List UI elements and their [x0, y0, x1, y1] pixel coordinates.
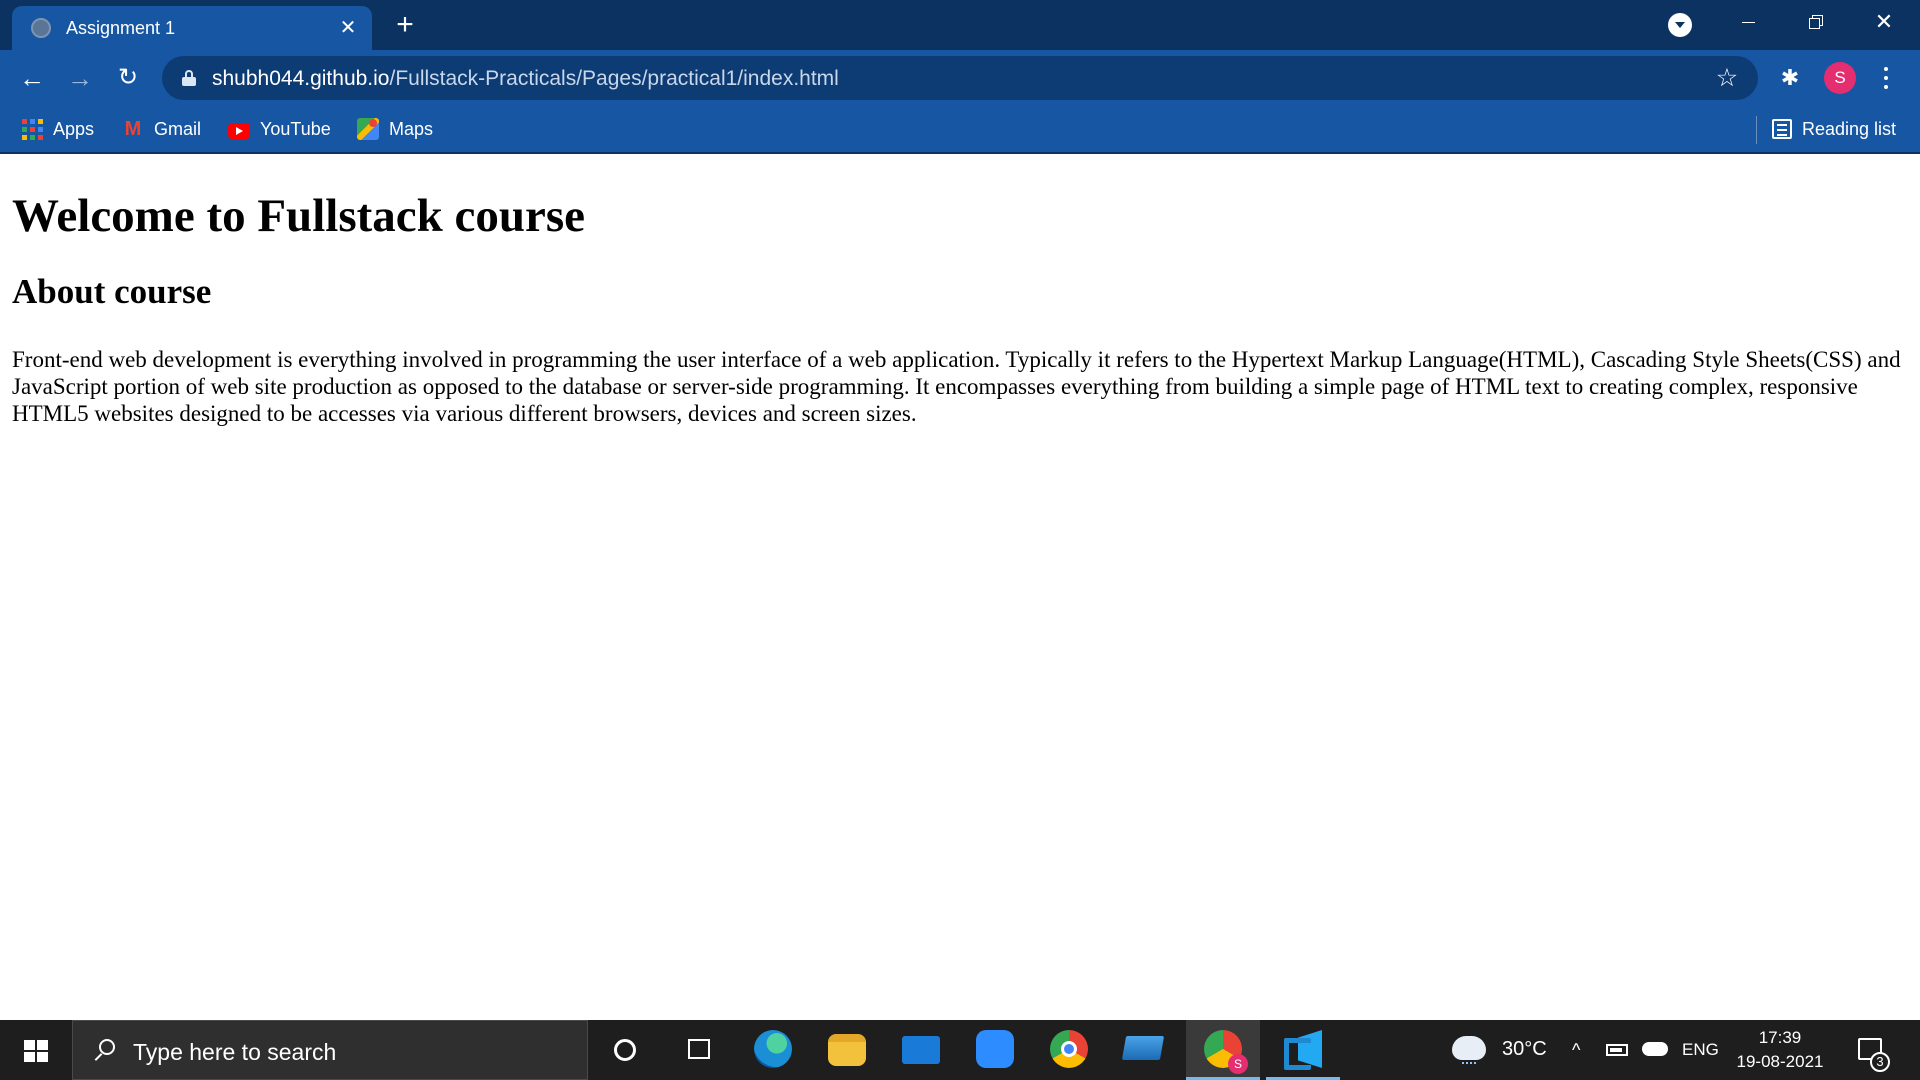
bookmark-apps[interactable]: Apps — [22, 116, 94, 142]
onedrive-cloud-icon[interactable] — [1642, 1042, 1668, 1056]
bookmark-maps[interactable]: Maps — [357, 116, 433, 142]
bookmarks-bar: Apps M Gmail YouTube Maps Reading list — [0, 106, 1920, 154]
url-path: /Fullstack-Practicals/Pages/practical1/i… — [389, 67, 839, 90]
minimize-icon — [1742, 22, 1755, 23]
restore-icon-front — [1809, 18, 1820, 29]
tab-search-icon[interactable] — [1668, 13, 1692, 37]
page-viewport: Welcome to Fullstack course About course… — [0, 156, 1920, 1020]
extensions-puzzle-icon[interactable]: ✱ — [1774, 62, 1806, 94]
browser-menu-icon[interactable] — [1872, 62, 1900, 94]
url-text[interactable]: shubh044.github.io/Fullstack-Practicals/… — [212, 67, 839, 91]
notification-count-badge: 3 — [1870, 1052, 1890, 1072]
new-tab-button[interactable]: + — [388, 6, 422, 44]
laptop-app-icon[interactable] — [1106, 1020, 1180, 1080]
profile-avatar[interactable]: S — [1824, 62, 1856, 94]
language-indicator[interactable]: ENG — [1682, 1040, 1719, 1060]
edge-icon[interactable] — [736, 1020, 810, 1080]
reading-list-icon — [1772, 119, 1792, 139]
gmail-icon: M — [124, 118, 142, 140]
search-placeholder: Type here to search — [133, 1039, 337, 1065]
windows-logo-icon — [24, 1040, 48, 1062]
file-explorer-icon[interactable] — [810, 1020, 884, 1080]
task-view-icon[interactable] — [662, 1020, 736, 1080]
search-icon — [93, 1037, 117, 1061]
bookmark-label: Gmail — [154, 118, 202, 139]
cortana-icon[interactable] — [588, 1020, 662, 1080]
page-title: Welcome to Fullstack course — [12, 190, 586, 242]
bookmark-youtube[interactable]: YouTube — [228, 116, 331, 142]
weather-cloud-icon[interactable] — [1452, 1036, 1486, 1064]
weather-temperature[interactable]: 30°C — [1502, 1038, 1547, 1061]
chrome-profile-badge: S — [1228, 1054, 1248, 1074]
maps-icon — [357, 118, 379, 140]
clock-date: 19-08-2021 — [1736, 1052, 1824, 1071]
bookmark-star-icon[interactable]: ☆ — [1712, 63, 1742, 93]
reload-button[interactable]: ↻ — [110, 60, 146, 96]
chrome-profile-active-icon[interactable]: S — [1186, 1020, 1260, 1080]
mail-icon[interactable] — [884, 1020, 958, 1080]
system-clock[interactable]: 17:39 19-08-2021 — [1734, 1026, 1826, 1074]
bookmarks-divider — [1756, 116, 1757, 144]
windows-taskbar: Type here to search S 30°C ^ ENG 17:39 1… — [0, 1020, 1920, 1080]
tab-title: Assignment 1 — [66, 18, 176, 38]
vscode-icon[interactable] — [1266, 1020, 1340, 1080]
restore-button[interactable] — [1784, 0, 1848, 46]
battery-icon[interactable] — [1606, 1044, 1628, 1056]
reading-list-label: Reading list — [1802, 118, 1897, 139]
chrome-icon[interactable] — [1032, 1020, 1106, 1080]
window-close-button[interactable]: ✕ — [1852, 0, 1916, 46]
tab-assignment-1[interactable]: Assignment 1 ✕ — [12, 6, 372, 50]
tab-strip: Assignment 1 ✕ + ✕ — [0, 0, 1920, 50]
lock-body — [182, 77, 196, 86]
apps-grid-icon — [22, 118, 43, 140]
forward-button[interactable]: → — [62, 60, 98, 96]
bookmark-label: YouTube — [260, 118, 331, 139]
course-description: Front-end web development is everything … — [12, 347, 1901, 426]
bookmark-label: Apps — [53, 118, 95, 139]
lock-icon[interactable] — [182, 70, 196, 86]
address-bar[interactable]: shubh044.github.io/Fullstack-Practicals/… — [162, 56, 1758, 100]
bookmark-label: Maps — [389, 118, 434, 139]
clock-time: 17:39 — [1758, 1028, 1802, 1047]
browser-toolbar: ← → ↻ shubh044.github.io/Fullstack-Pract… — [0, 50, 1920, 106]
url-host: shubh044.github.io — [212, 67, 390, 90]
minimize-button[interactable] — [1716, 0, 1780, 46]
section-heading: About course — [12, 272, 212, 311]
reading-list-button[interactable]: Reading list — [1772, 116, 1896, 142]
youtube-icon — [228, 122, 250, 139]
bookmark-gmail[interactable]: M Gmail — [122, 116, 201, 142]
show-hidden-icons-chevron[interactable]: ^ — [1572, 1040, 1580, 1061]
tab-close-icon[interactable]: ✕ — [334, 14, 362, 42]
taskbar-search-box[interactable]: Type here to search — [72, 1020, 588, 1080]
back-button[interactable]: ← — [14, 60, 50, 96]
start-button[interactable] — [0, 1020, 72, 1080]
globe-icon — [31, 18, 51, 38]
zoom-icon[interactable] — [958, 1020, 1032, 1080]
